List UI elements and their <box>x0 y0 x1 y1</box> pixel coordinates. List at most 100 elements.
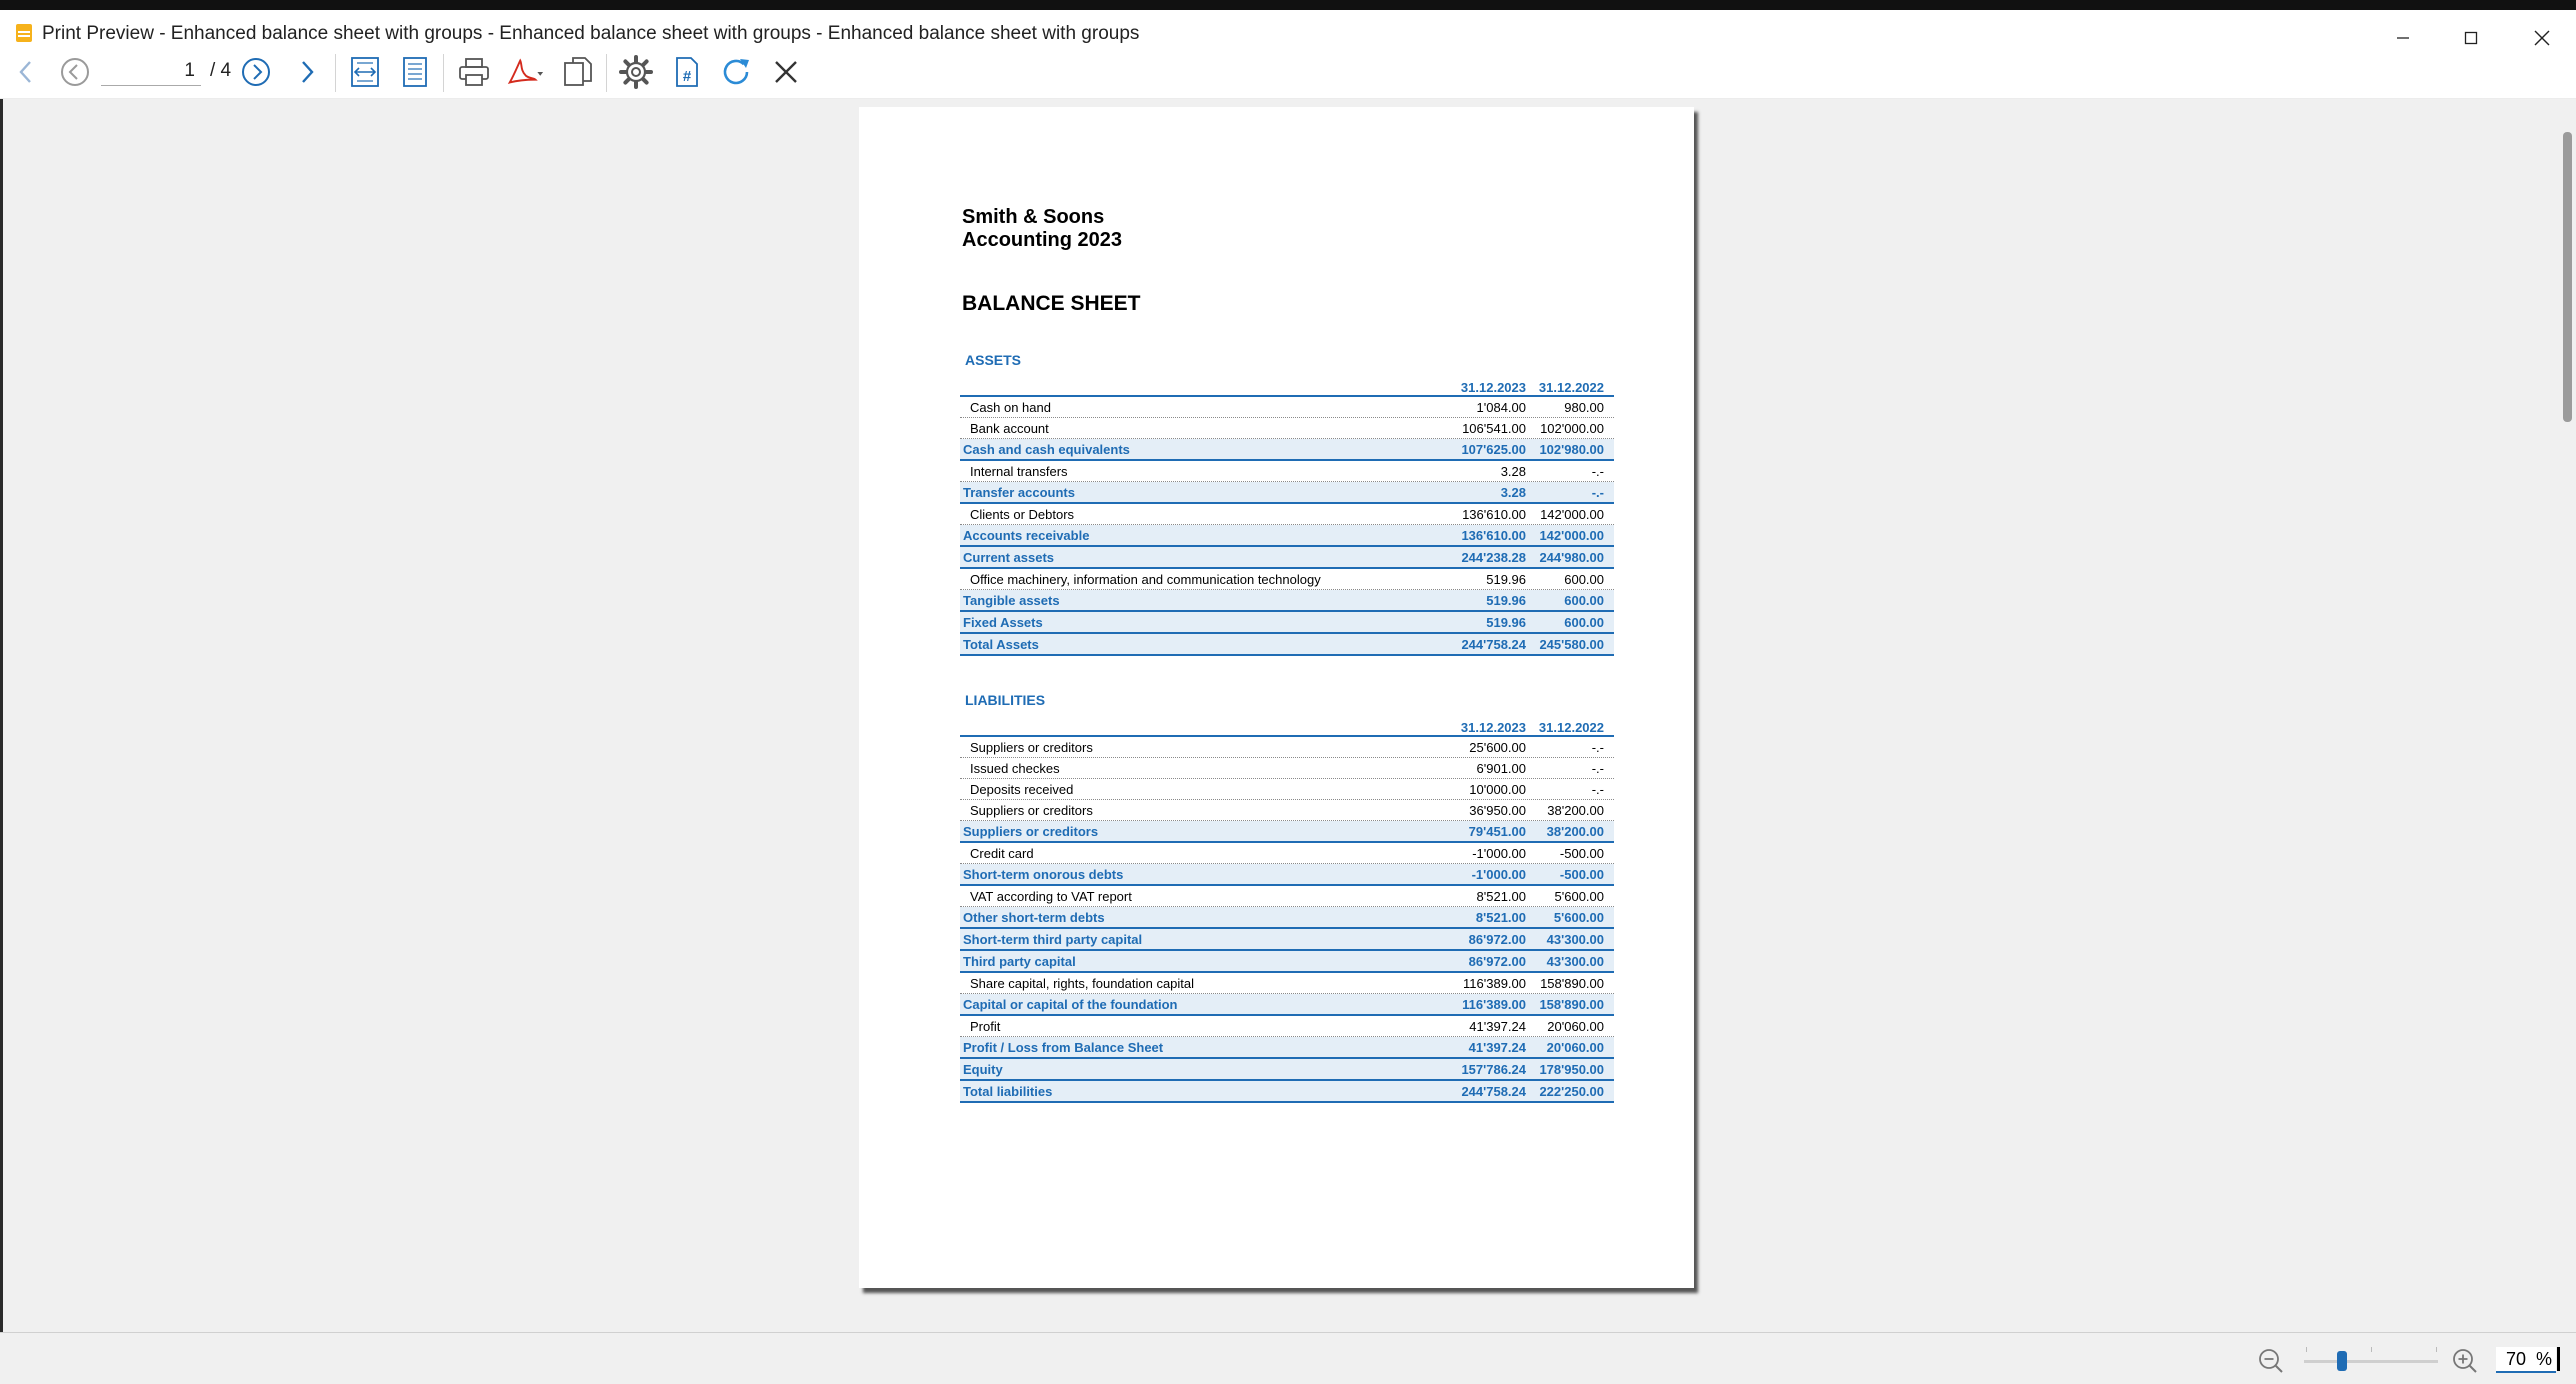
row-description: Cash and cash equivalents <box>963 441 1130 457</box>
row-value-previous: -.- <box>1591 760 1604 776</box>
preview-viewport[interactable]: Smith & Soons Accounting 2023 BALANCE SH… <box>0 99 2560 1332</box>
row-description: Suppliers or creditors <box>970 739 1093 755</box>
table-header: 31.12.2023 31.12.2022 <box>960 375 1614 397</box>
text-caret <box>2557 1347 2560 1371</box>
row-value-current: -1'000.00 <box>1472 845 1526 861</box>
zoom-out-icon[interactable] <box>2257 1347 2285 1375</box>
zoom-percent-input[interactable] <box>2496 1347 2556 1373</box>
row-value-previous: 600.00 <box>1564 614 1604 630</box>
row-value-previous: 20'060.00 <box>1547 1018 1604 1034</box>
status-bar <box>0 1332 2576 1384</box>
row-description: Total Assets <box>963 636 1039 652</box>
liabilities-section: LIABILITIES 31.12.2023 31.12.2022 Suppli… <box>960 691 1614 1103</box>
row-value-current: 244'758.24 <box>1461 636 1526 652</box>
row-description: Current assets <box>963 549 1055 565</box>
row-value-previous: -.- <box>1591 484 1604 500</box>
scrollbar-thumb[interactable] <box>2563 132 2572 422</box>
table-row: Deposits received 10'000.00 -.- <box>960 779 1614 800</box>
row-value-current: -1'000.00 <box>1471 866 1526 882</box>
row-value-previous: 5'600.00 <box>1553 909 1604 925</box>
row-value-current: 3.28 <box>1500 484 1526 500</box>
row-description: Credit card <box>970 845 1034 861</box>
table-row: Profit 41'397.24 20'060.00 <box>960 1016 1614 1037</box>
row-value-previous: 102'980.00 <box>1539 441 1604 457</box>
row-value-previous: 158'890.00 <box>1540 975 1604 991</box>
group-total-row: Total Assets 244'758.24 245'580.00 <box>960 634 1614 656</box>
row-value-current: 79'451.00 <box>1468 823 1526 839</box>
row-description: Issued checkes <box>970 760 1060 776</box>
row-description: Short-term third party capital <box>963 931 1143 947</box>
next-page-button[interactable] <box>287 52 327 92</box>
row-value-previous: 20'060.00 <box>1546 1039 1604 1055</box>
row-value-current: 157'786.24 <box>1461 1061 1526 1077</box>
table-row: Internal transfers 3.28 -.- <box>960 461 1614 482</box>
last-page-button[interactable] <box>236 52 276 92</box>
table-row: Cash on hand 1'084.00 980.00 <box>960 397 1614 418</box>
close-preview-icon[interactable] <box>766 52 806 92</box>
fit-width-icon[interactable] <box>345 52 385 92</box>
zoom-slider[interactable] <box>2304 1360 2438 1363</box>
row-value-previous: 142'000.00 <box>1540 506 1604 522</box>
row-value-current: 116'389.00 <box>1463 975 1526 991</box>
column-header: 31.12.2022 <box>1538 380 1604 395</box>
slider-tick <box>2306 1347 2307 1352</box>
page-number-input[interactable] <box>101 56 201 86</box>
liabilities-table-body: Suppliers or creditors 25'600.00 -.- Issued… <box>960 737 1614 1103</box>
accounting-period: Accounting 2023 <box>962 229 1123 251</box>
group-total-row: Short-term third party capital 86'972.00 4… <box>960 929 1614 951</box>
table-row: Issued checkes 6'901.00 -.- <box>960 758 1614 779</box>
row-description: Deposits received <box>970 781 1074 797</box>
print-icon[interactable] <box>454 52 494 92</box>
row-value-current: 41'397.24 <box>1468 1039 1526 1055</box>
table-row: Suppliers or creditors 36'950.00 38'200.00 <box>960 800 1614 821</box>
row-value-previous: 980.00 <box>1564 399 1604 415</box>
row-value-current: 86'972.00 <box>1468 931 1526 947</box>
group-total-row: Equity 157'786.24 178'950.00 <box>960 1059 1614 1081</box>
toolbar-separator <box>443 54 444 92</box>
row-value-previous: -500.00 <box>1559 845 1604 861</box>
row-value-current: 107'625.00 <box>1461 441 1526 457</box>
row-description: Fixed Assets <box>963 614 1043 630</box>
row-description: VAT according to VAT report <box>970 888 1132 904</box>
row-value-previous: -.- <box>1591 781 1604 797</box>
table-row: Suppliers or creditors 25'600.00 -.- <box>960 737 1614 758</box>
column-header: 31.12.2023 <box>1460 380 1526 395</box>
slider-tick <box>2436 1347 2437 1352</box>
row-description: Total liabilities <box>963 1083 1053 1099</box>
row-description: Clients or Debtors <box>970 506 1075 522</box>
assets-table-body: Cash on hand 1'084.00 980.00 Bank account 10… <box>960 397 1614 656</box>
toolbar: / 4 # <box>0 46 2576 99</box>
page-number-format-icon[interactable]: # <box>667 52 707 92</box>
row-description: Cash on hand <box>970 399 1051 415</box>
row-value-current: 244'758.24 <box>1461 1083 1526 1099</box>
export-pdf-icon[interactable] <box>505 52 545 92</box>
group-total-row: Capital or capital of the foundation 116'… <box>960 994 1614 1016</box>
app-icon <box>14 22 34 44</box>
zoom-in-icon[interactable] <box>2451 1347 2479 1375</box>
slider-tick <box>2371 1347 2372 1352</box>
row-description: Internal transfers <box>970 463 1068 479</box>
row-value-current: 136'610.00 <box>1462 506 1526 522</box>
section-title: LIABILITIES <box>965 692 1046 708</box>
gear-icon[interactable] <box>616 52 656 92</box>
row-value-current: 3.28 <box>1500 463 1526 479</box>
window-top-edge <box>0 0 2576 10</box>
group-total-row: Suppliers or creditors 79'451.00 38'200.00 <box>960 821 1614 843</box>
fit-page-icon[interactable] <box>395 52 435 92</box>
row-value-previous: 38'200.00 <box>1547 802 1604 818</box>
previous-page-button[interactable] <box>6 52 46 92</box>
row-value-previous: -.- <box>1591 739 1604 755</box>
vertical-scrollbar[interactable] <box>2558 99 2576 1332</box>
table-row: Clients or Debtors 136'610.00 142'000.00 <box>960 504 1614 525</box>
refresh-icon[interactable] <box>716 52 756 92</box>
row-value-previous: 158'890.00 <box>1539 996 1604 1012</box>
zoom-slider-thumb[interactable] <box>2336 1351 2347 1371</box>
first-page-button[interactable] <box>55 52 95 92</box>
row-value-previous: 43'300.00 <box>1546 931 1604 947</box>
svg-text:#: # <box>683 68 692 85</box>
group-total-row: Tangible assets 519.96 600.00 <box>960 590 1614 612</box>
row-value-previous: 245'580.00 <box>1539 636 1604 652</box>
row-description: Suppliers or creditors <box>970 802 1093 818</box>
page-setup-icon[interactable] <box>558 52 598 92</box>
row-value-current: 10'000.00 <box>1469 781 1526 797</box>
